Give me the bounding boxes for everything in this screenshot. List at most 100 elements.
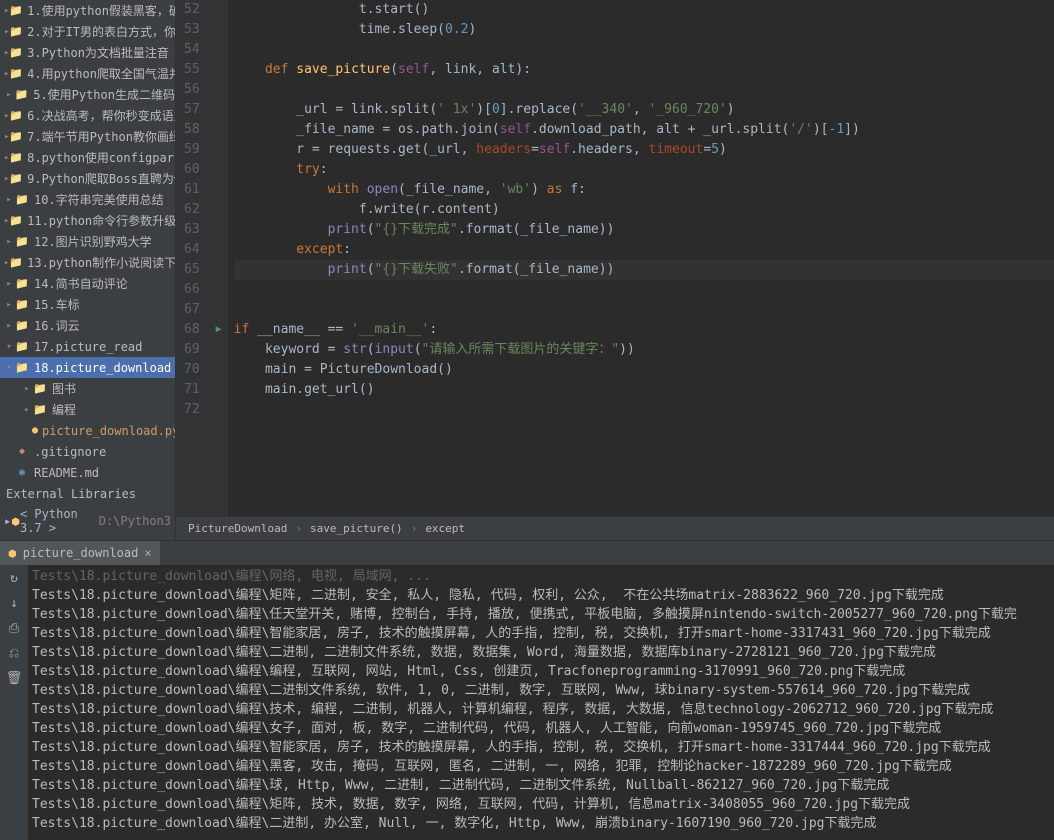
console-line: Tests\18.picture_download\编程\任天堂开关, 赌博, … bbox=[32, 605, 1050, 624]
editor[interactable]: 5253545556575859606162636465666768697071… bbox=[176, 0, 1054, 540]
project-folder[interactable]: ▸4.用python爬取全国气温并绘 bbox=[0, 63, 175, 84]
project-sidebar[interactable]: ▸1.使用python假装黑客，破▸2.对于IT男的表白方式，你可▸3.Pyth… bbox=[0, 0, 176, 540]
folder-label: 7.端午节用Python教你画绿豆 bbox=[27, 128, 175, 145]
chevron-right-icon[interactable]: ▾ bbox=[4, 363, 14, 373]
code-line[interactable] bbox=[234, 40, 1054, 60]
project-folder[interactable]: ▸8.python使用configparser bbox=[0, 147, 175, 168]
console-tool-3[interactable]: ⎌ bbox=[9, 646, 19, 661]
code-line[interactable] bbox=[234, 400, 1054, 420]
code-line[interactable]: if __name__ == '__main__': bbox=[234, 320, 1054, 340]
breadcrumb-method[interactable]: save_picture() bbox=[310, 522, 403, 535]
code-line[interactable]: try: bbox=[234, 160, 1054, 180]
project-folder[interactable]: ▸15.车标 bbox=[0, 294, 175, 315]
run-tab-bar[interactable]: picture_download × bbox=[0, 541, 1054, 565]
code-line[interactable]: f.write(r.content) bbox=[234, 200, 1054, 220]
chevron-right-icon[interactable]: ▸ bbox=[4, 321, 14, 331]
code-line[interactable] bbox=[234, 300, 1054, 320]
breadcrumb[interactable]: PictureDownload › save_picture() › excep… bbox=[176, 516, 1054, 540]
code-line[interactable]: print("{}下载失败".format(_file_name)) bbox=[234, 260, 1054, 280]
chevron-right-icon[interactable]: ▸ bbox=[22, 384, 32, 394]
folder-label: 图书 bbox=[52, 380, 76, 397]
console-line: Tests\18.picture_download\编程\网络, 电视, 局域网… bbox=[32, 567, 1050, 586]
file-label: .gitignore bbox=[34, 445, 106, 459]
folder-label: 6.决战高考，帮你秒变成语之 bbox=[27, 107, 175, 124]
fold-column: ▶ bbox=[210, 0, 228, 516]
close-icon[interactable]: × bbox=[144, 546, 151, 560]
project-folder[interactable]: ▸12.图片识别野鸡大学 bbox=[0, 231, 175, 252]
project-folder[interactable]: ▸1.使用python假装黑客，破 bbox=[0, 0, 175, 21]
code-line[interactable]: t.start() bbox=[234, 0, 1054, 20]
code-line[interactable] bbox=[234, 280, 1054, 300]
folder-label: 4.用python爬取全国气温并绘 bbox=[27, 65, 175, 82]
folder-icon bbox=[14, 88, 30, 101]
folder-icon bbox=[9, 67, 23, 80]
project-folder[interactable]: ▸9.Python爬取Boss直聘为你 bbox=[0, 168, 175, 189]
console-line: Tests\18.picture_download\编程\矩阵, 二进制, 安全… bbox=[32, 586, 1050, 605]
breadcrumb-class[interactable]: PictureDownload bbox=[188, 522, 287, 535]
code-line[interactable]: print("{}下载完成".format(_file_name)) bbox=[234, 220, 1054, 240]
chevron-right-icon[interactable]: ▸ bbox=[4, 237, 14, 247]
gitignore-file[interactable]: .gitignore bbox=[0, 441, 175, 462]
project-folder[interactable]: ▸5.使用Python生成二维码 bbox=[0, 84, 175, 105]
run-tool-window[interactable]: picture_download × ↻ ↓ ⎙ ⎌ 🗑 Tests\18.pictur… bbox=[0, 540, 1054, 840]
console-tool-0[interactable]: ↻ bbox=[10, 571, 18, 586]
chevron-right-icon[interactable]: ▸ bbox=[4, 300, 14, 310]
code-area[interactable]: t.start() time.sleep(0.2) def save_pictu… bbox=[228, 0, 1054, 516]
project-folder[interactable]: ▸11.python命令行参数升级指 bbox=[0, 210, 175, 231]
project-folder[interactable]: ▸7.端午节用Python教你画绿豆 bbox=[0, 126, 175, 147]
project-folder[interactable]: ▸6.决战高考，帮你秒变成语之 bbox=[0, 105, 175, 126]
folder-icon bbox=[32, 382, 48, 395]
project-folder[interactable]: ▸16.词云 bbox=[0, 315, 175, 336]
chevron-right-icon[interactable]: ▸ bbox=[4, 195, 14, 205]
chevron-right-icon[interactable]: ▸ bbox=[4, 90, 14, 100]
project-folder[interactable]: ▾18.picture_download bbox=[0, 357, 175, 378]
code-line[interactable]: keyword = str(input("请输入所需下载图片的关键字：")) bbox=[234, 340, 1054, 360]
console-toolbar[interactable]: ↻ ↓ ⎙ ⎌ 🗑 bbox=[0, 565, 28, 840]
folder-icon bbox=[9, 214, 23, 227]
code-line[interactable]: def save_picture(self, link, alt): bbox=[234, 60, 1054, 80]
folder-label: 3.Python为文档批量注音 ( 生 bbox=[27, 44, 175, 61]
folder-icon bbox=[9, 109, 23, 122]
code-line[interactable]: r = requests.get(_url, headers=self.head… bbox=[234, 140, 1054, 160]
folder-label: 2.对于IT男的表白方式，你可 bbox=[27, 23, 175, 40]
code-line[interactable]: _url = link.split(' 1x')[0].replace('__3… bbox=[234, 100, 1054, 120]
code-line[interactable]: except: bbox=[234, 240, 1054, 260]
project-folder[interactable]: ▸13.python制作小说阅读下载 bbox=[0, 252, 175, 273]
external-libraries[interactable]: External Libraries bbox=[0, 483, 175, 505]
console-line: Tests\18.picture_download\编程\二进制, 二进制文件系… bbox=[32, 643, 1050, 662]
folder-label: 编程 bbox=[52, 401, 76, 418]
console-line: Tests\18.picture_download\编程\智能家居, 房子, 技… bbox=[32, 738, 1050, 757]
run-tab[interactable]: picture_download × bbox=[0, 541, 160, 565]
chevron-right-icon[interactable]: ▸ bbox=[4, 279, 14, 289]
chevron-right-icon[interactable]: ▸ bbox=[22, 405, 32, 415]
project-folder[interactable]: ▸3.Python为文档批量注音 ( 生 bbox=[0, 42, 175, 63]
console-tool-4[interactable]: 🗑 bbox=[6, 671, 23, 686]
console-tool-1[interactable]: ↓ bbox=[10, 596, 18, 611]
code-line[interactable]: time.sleep(0.2) bbox=[234, 20, 1054, 40]
python-file[interactable]: picture_download.py bbox=[0, 420, 175, 441]
console-tool-2[interactable]: ⎙ bbox=[9, 621, 19, 636]
folder-icon bbox=[14, 277, 30, 290]
console-output[interactable]: Tests\18.picture_download\编程\网络, 电视, 局域网… bbox=[28, 565, 1054, 840]
project-subfolder[interactable]: ▸ 图书 bbox=[0, 378, 175, 399]
console-line: Tests\18.picture_download\编程\二进制, 办公室, N… bbox=[32, 814, 1050, 833]
console-line: Tests\18.picture_download\编程\智能家居, 房子, 技… bbox=[32, 624, 1050, 643]
python-sdk[interactable]: ▸< Python 3.7 >D:\Python3 bbox=[0, 505, 175, 537]
project-folder[interactable]: ▸10.字符串完美使用总结 bbox=[0, 189, 175, 210]
run-gutter-icon[interactable]: ▶ bbox=[216, 324, 222, 335]
code-line[interactable]: with open(_file_name, 'wb') as f: bbox=[234, 180, 1054, 200]
chevron-right-icon[interactable]: ▸ bbox=[4, 514, 11, 528]
code-line[interactable] bbox=[234, 80, 1054, 100]
code-line[interactable]: main.get_url() bbox=[234, 380, 1054, 400]
folder-label: 8.python使用configparser bbox=[27, 149, 175, 166]
folder-icon bbox=[9, 130, 23, 143]
code-line[interactable]: _file_name = os.path.join(self.download_… bbox=[234, 120, 1054, 140]
project-subfolder[interactable]: ▸ 编程 bbox=[0, 399, 175, 420]
project-folder[interactable]: ▸14.简书自动评论 bbox=[0, 273, 175, 294]
project-folder[interactable]: ▸2.对于IT男的表白方式，你可 bbox=[0, 21, 175, 42]
breadcrumb-block[interactable]: except bbox=[425, 522, 465, 535]
readme-file[interactable]: README.md bbox=[0, 462, 175, 483]
chevron-right-icon[interactable]: ▾ bbox=[4, 342, 14, 352]
project-folder[interactable]: ▾17.picture_read bbox=[0, 336, 175, 357]
code-line[interactable]: main = PictureDownload() bbox=[234, 360, 1054, 380]
